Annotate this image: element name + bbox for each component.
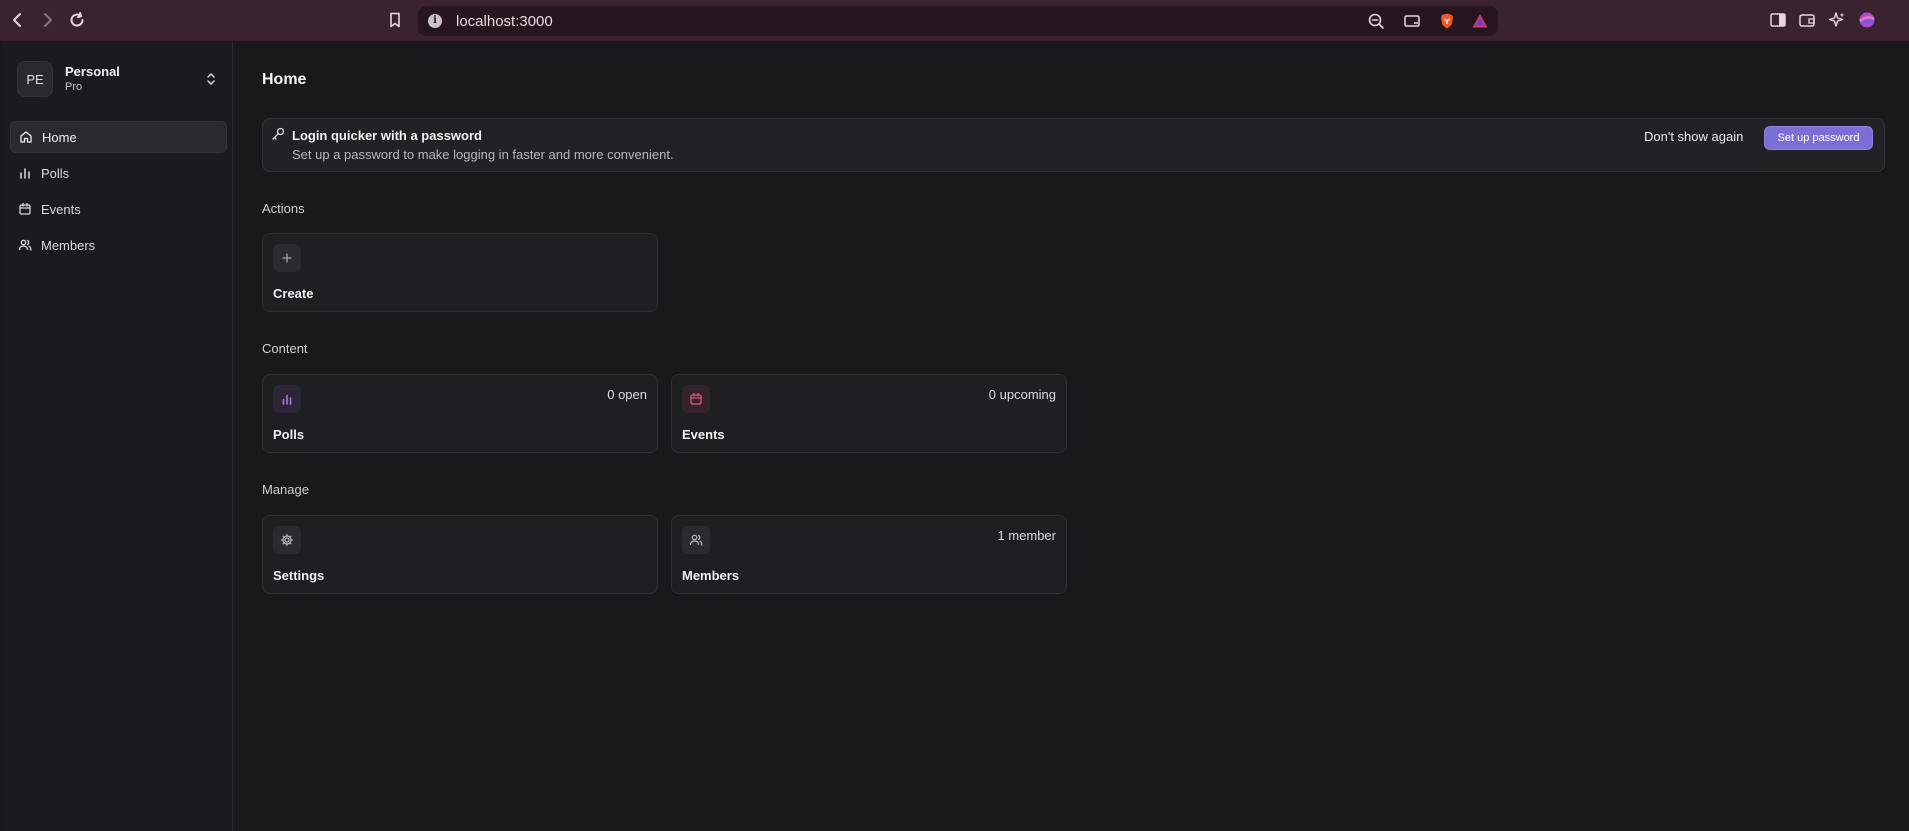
sidebar-nav: Home Polls Events Members	[10, 121, 227, 265]
brave-rewards-icon[interactable]	[1469, 10, 1491, 32]
info-icon[interactable]: i	[428, 14, 442, 28]
sidebar-item-members[interactable]: Members	[10, 229, 227, 261]
calendar-icon	[682, 385, 710, 413]
plus-icon	[273, 244, 301, 272]
back-icon[interactable]	[7, 8, 29, 32]
banner-description: Set up a password to make logging in fas…	[292, 147, 674, 162]
bar-chart-icon	[20, 168, 30, 179]
zoom-icon[interactable]	[1365, 10, 1387, 32]
card-label: Members	[682, 568, 740, 583]
key-icon	[272, 127, 285, 140]
card-label: Create	[273, 286, 314, 301]
home-icon	[20, 131, 32, 143]
card-label: Polls	[273, 427, 305, 442]
card-label: Settings	[273, 568, 325, 583]
events-count: 0 upcoming	[988, 387, 1056, 402]
password-banner: Login quicker with a password Set up a p…	[262, 118, 1885, 172]
chevrons-up-down-icon	[207, 73, 215, 85]
wallet-icon[interactable]	[1796, 9, 1818, 31]
main-content: Home Login quicker with a password Set u…	[234, 41, 1909, 831]
sidebar-item-label: Events	[41, 201, 81, 217]
banner-title: Login quicker with a password	[292, 128, 482, 143]
members-count: 1 member	[997, 528, 1056, 543]
brave-shield-icon[interactable]	[1436, 10, 1458, 32]
bookmark-icon[interactable]	[384, 9, 406, 31]
polls-count: 0 open	[607, 387, 647, 402]
members-card[interactable]: 1 member Members	[671, 515, 1067, 594]
section-label-manage: Manage	[262, 482, 309, 497]
card-label: Events	[682, 427, 725, 442]
polls-card[interactable]: 0 open Polls	[262, 374, 658, 453]
leo-ai-icon[interactable]	[1826, 9, 1848, 31]
events-card[interactable]: 0 upcoming Events	[671, 374, 1067, 453]
browser-toolbar: i localhost:3000	[0, 0, 1909, 41]
users-icon	[682, 526, 710, 554]
forward-icon[interactable]	[36, 8, 58, 32]
profile-icon[interactable]	[1856, 9, 1878, 31]
sidebar: PE Personal Pro Home Polls Events Member…	[2, 41, 233, 831]
sidebar-item-polls[interactable]: Polls	[10, 157, 227, 189]
section-label-actions: Actions	[262, 201, 305, 216]
address-bar[interactable]: i localhost:3000	[418, 6, 1498, 36]
sidebar-item-label: Home	[42, 129, 77, 145]
reload-icon[interactable]	[66, 8, 88, 32]
url-text[interactable]: localhost:3000	[456, 13, 553, 30]
sidebar-item-events[interactable]: Events	[10, 193, 227, 225]
sidebar-item-label: Members	[41, 237, 96, 253]
dont-show-again-button[interactable]: Don't show again	[1644, 129, 1743, 144]
sidebar-toggle-icon[interactable]	[1767, 9, 1789, 31]
settings-card[interactable]: Settings	[262, 515, 658, 594]
calendar-icon	[19, 202, 31, 215]
bar-chart-icon	[273, 385, 301, 413]
users-icon	[18, 239, 32, 251]
team-name: Personal	[65, 64, 120, 79]
set-up-password-button[interactable]: Set up password	[1764, 126, 1873, 150]
cast-icon[interactable]	[1401, 10, 1423, 32]
gear-icon	[273, 526, 301, 554]
page-title: Home	[262, 71, 307, 88]
team-switcher[interactable]: PE Personal Pro	[17, 61, 227, 99]
avatar: PE	[17, 61, 53, 97]
sidebar-item-label: Polls	[41, 165, 70, 181]
create-card[interactable]: Create	[262, 233, 658, 312]
sidebar-item-home[interactable]: Home	[10, 121, 227, 153]
team-plan: Pro	[65, 81, 83, 93]
section-label-content: Content	[262, 341, 308, 356]
